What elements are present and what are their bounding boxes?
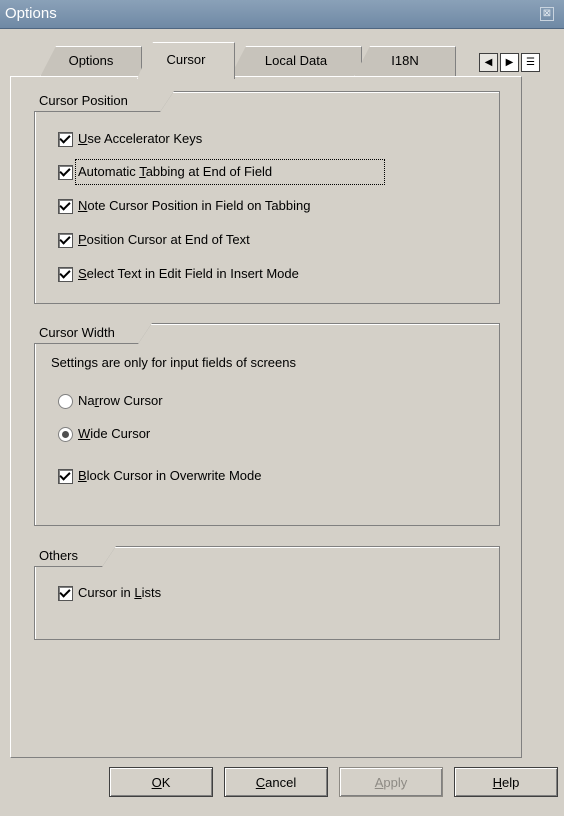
checkbox-label: Automatic Tabbing at End of Field [74,159,386,185]
checkbox-box[interactable] [58,232,73,248]
title-bar: Options ⊠ [0,0,564,29]
tab-local-data-label: Local Data [264,53,328,68]
checkbox-label: Cursor in Lists [78,585,162,600]
group-label: Cursor Width [34,323,152,344]
checkbox-box[interactable] [58,468,73,484]
tab-options-label: Options [68,53,114,68]
group-cursor-position: Cursor Position Use Accelerator Keys Aut… [34,91,500,304]
checkbox-label: Block Cursor in Overwrite Mode [78,468,262,483]
cursor-width-note: Settings are only for input fields of sc… [51,355,296,370]
wide-cursor-radio[interactable]: Wide Cursor [58,424,150,444]
window-title: Options [5,5,57,22]
cancel-button[interactable]: Cancel [224,767,328,797]
block-cursor-checkbox[interactable]: Block Cursor in Overwrite Mode [58,466,262,486]
select-text-insert-checkbox[interactable]: Select Text in Edit Field in Insert Mode [58,264,299,284]
automatic-tabbing-checkbox[interactable]: Automatic Tabbing at End of Field [58,159,386,185]
tab-options[interactable]: Options [40,46,142,77]
position-cursor-end-checkbox[interactable]: Position Cursor at End of Text [58,230,250,250]
radio-dot[interactable] [58,426,73,442]
checkbox-box[interactable] [58,164,73,180]
tab-i18n[interactable]: I18N [354,46,456,77]
radio-dot[interactable] [58,393,73,409]
checkbox-label: Use Accelerator Keys [78,131,203,146]
checkbox-label: Position Cursor at End of Text [78,232,250,247]
narrow-cursor-radio[interactable]: Narrow Cursor [58,391,163,411]
group-label: Cursor Position [34,91,174,112]
close-icon[interactable]: ⊠ [540,7,554,21]
tab-next-icon[interactable]: ▶ [500,53,519,72]
tab-prev-icon[interactable]: ◀ [479,53,498,72]
ok-button[interactable]: OK [109,767,213,797]
group-others: Others Cursor in Lists [34,546,500,640]
group-label: Others [34,546,116,567]
tab-list-icon[interactable]: ☰ [521,53,540,72]
note-cursor-position-checkbox[interactable]: Note Cursor Position in Field on Tabbing [58,196,310,216]
use-accelerator-keys-checkbox[interactable]: Use Accelerator Keys [58,129,202,149]
apply-button[interactable]: Apply [339,767,443,797]
checkbox-label: Select Text in Edit Field in Insert Mode [78,266,299,281]
tab-cursor-label: Cursor [166,52,206,67]
radio-label: Wide Cursor [78,426,151,441]
tab-strip: Options Cursor Local Data I18N ◀ ▶ ☰ [0,36,564,79]
tab-i18n-label: I18N [391,53,419,68]
cursor-in-lists-checkbox[interactable]: Cursor in Lists [58,583,161,603]
checkbox-box[interactable] [58,585,73,601]
help-button[interactable]: Help [454,767,558,797]
tab-cursor[interactable]: Cursor [137,42,235,79]
checkbox-label: Note Cursor Position in Field on Tabbing [78,198,311,213]
checkbox-box[interactable] [58,266,73,282]
tab-local-data[interactable]: Local Data [230,46,362,77]
radio-label: Narrow Cursor [78,393,163,408]
checkbox-box[interactable] [58,131,73,147]
checkbox-box[interactable] [58,198,73,214]
group-cursor-width: Cursor Width Settings are only for input… [34,323,500,526]
